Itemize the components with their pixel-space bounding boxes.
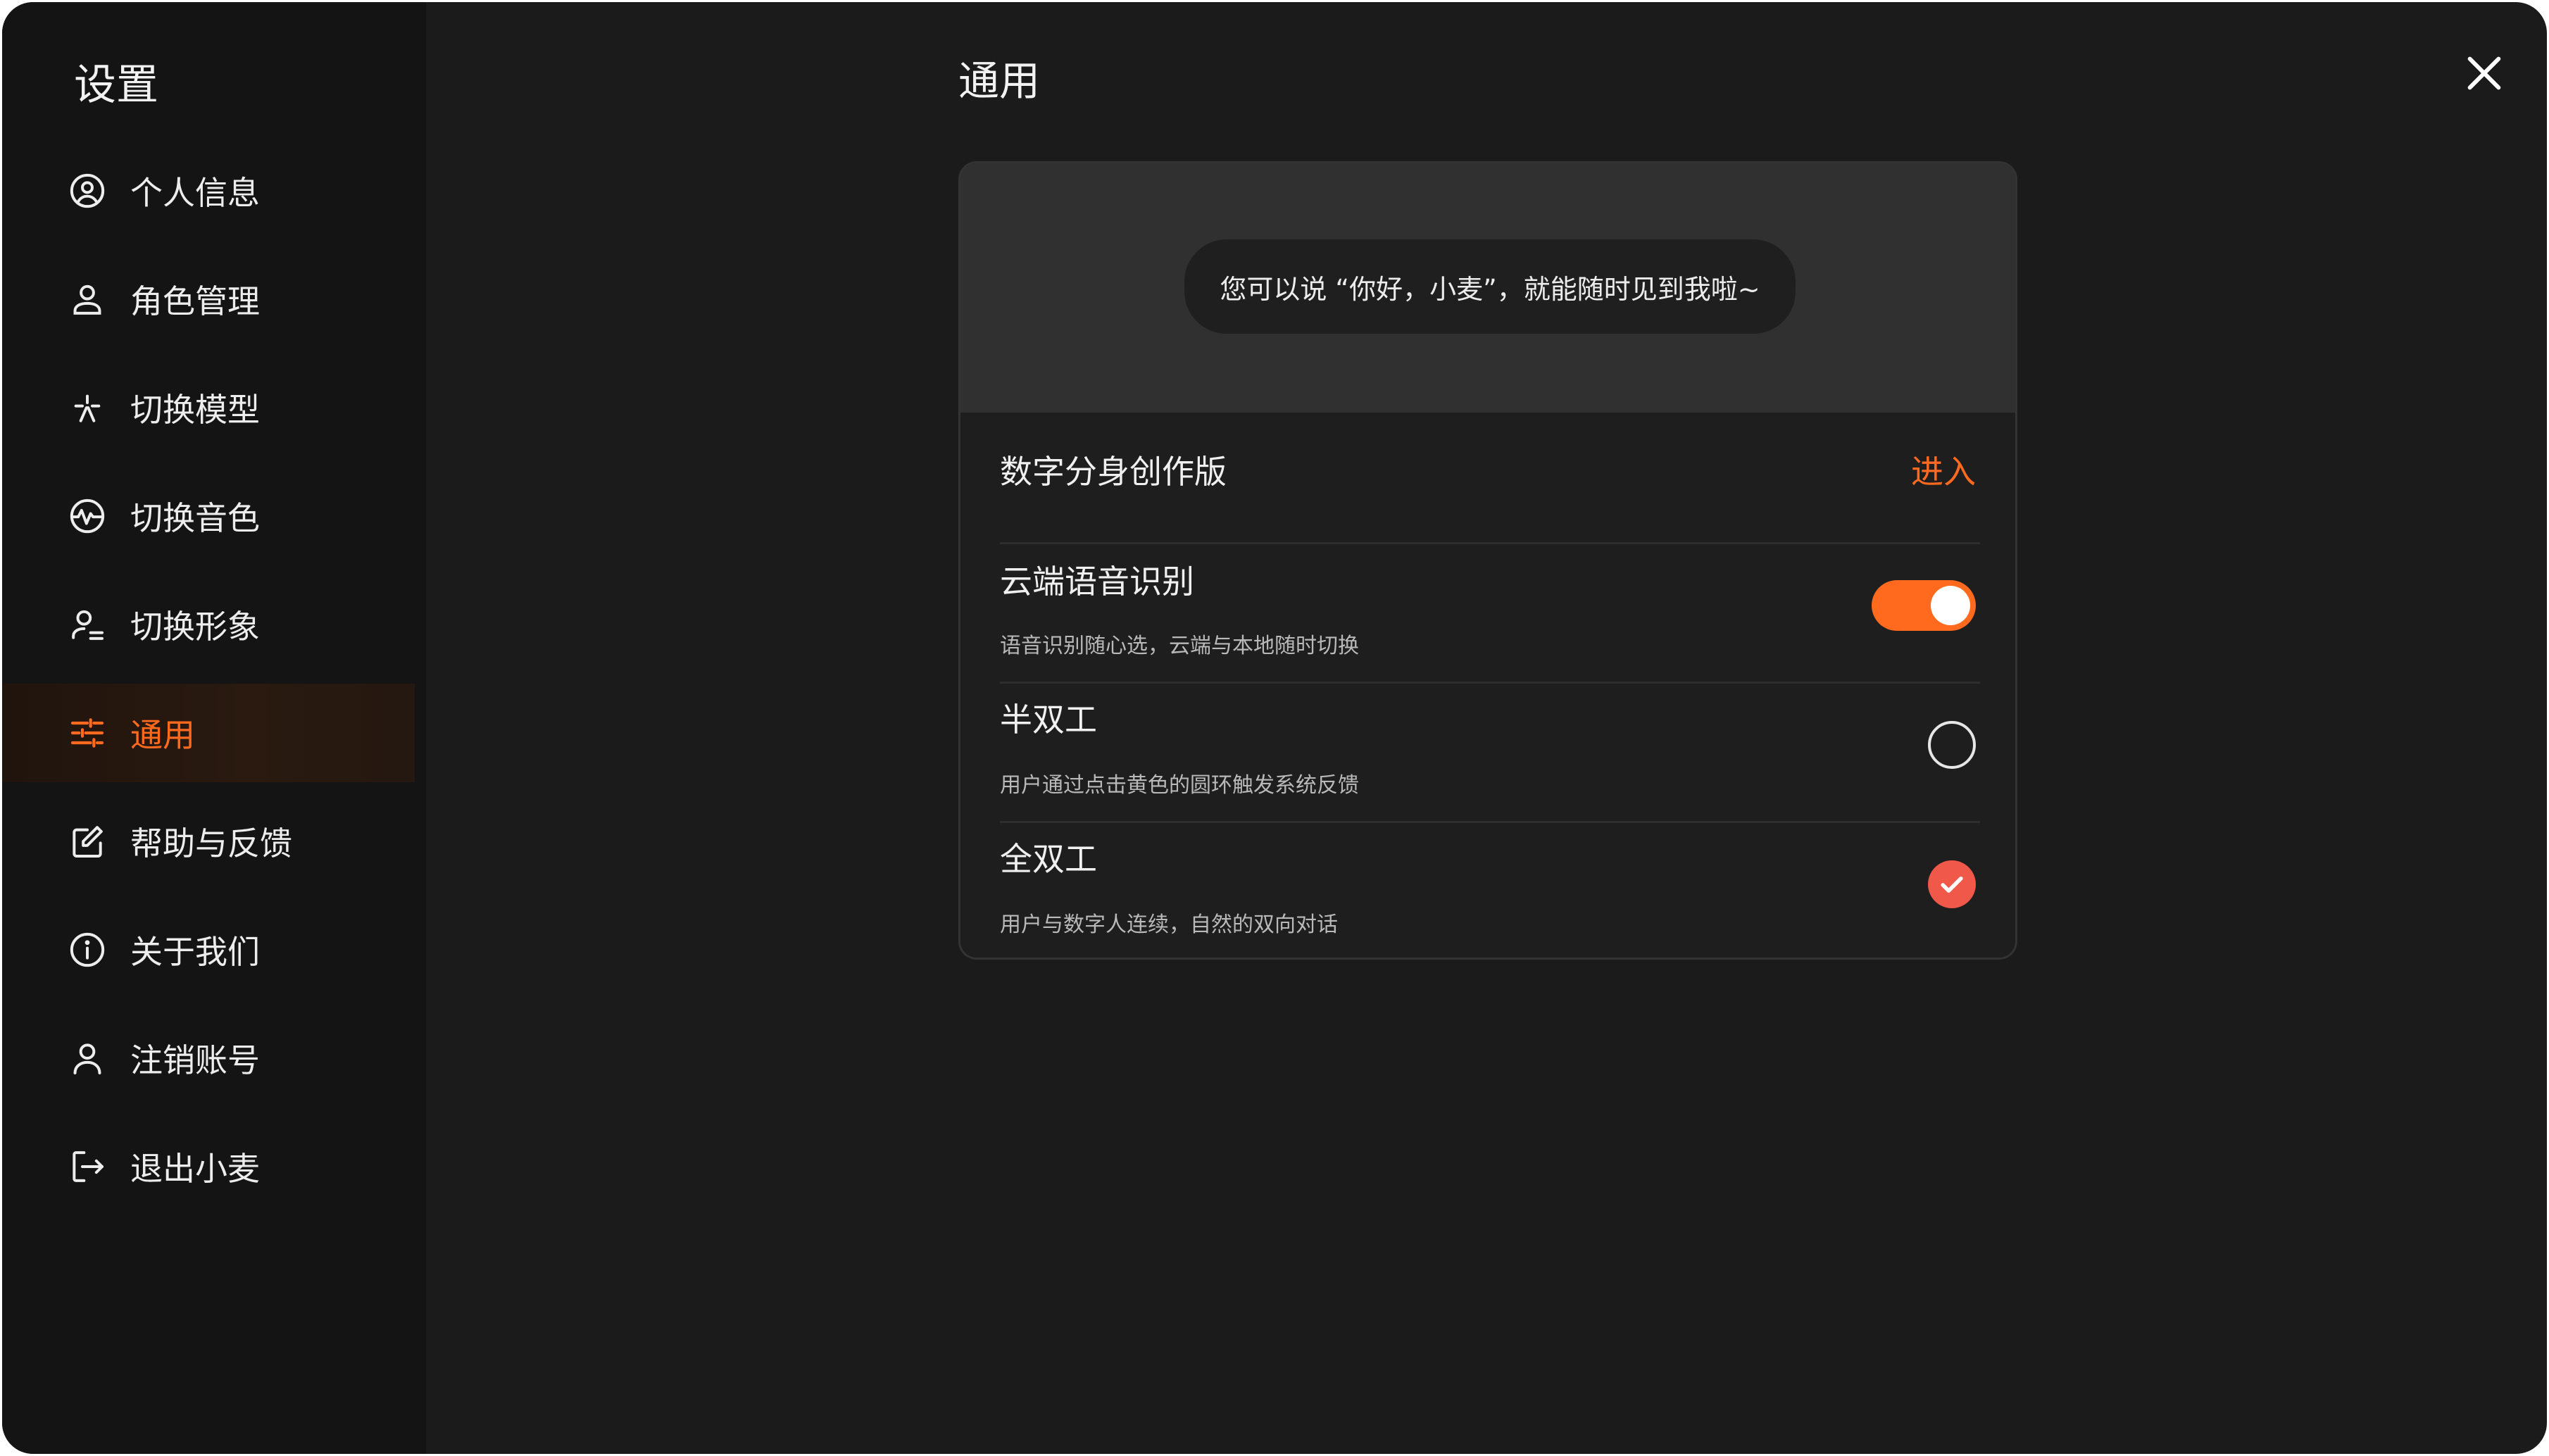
avatar-creator-title: 数字分身创作版 (1000, 453, 1227, 491)
sidebar-item-label: 通用 (130, 716, 195, 754)
sidebar-item-roles[interactable]: 角色管理 (2, 250, 415, 349)
sidebar-item-label: 切换形象 (130, 608, 260, 646)
sidebar-item-voice[interactable]: 切换音色 (2, 467, 415, 565)
close-icon (2467, 56, 2501, 90)
sidebar-item-logout[interactable]: 退出小麦 (2, 1117, 415, 1216)
sidebar-item-general[interactable]: 通用 (2, 684, 415, 782)
full-duplex-radio[interactable] (1928, 860, 1976, 908)
toggle-knob (1931, 586, 1970, 625)
user-outline-icon (67, 1038, 108, 1079)
sparkle-icon (67, 387, 108, 428)
sidebar-item-label: 注销账号 (130, 1041, 260, 1079)
sidebar-item-label: 帮助与反馈 (130, 824, 292, 862)
info-icon (67, 929, 108, 970)
divider (1000, 542, 1980, 544)
sidebar-item-help[interactable]: 帮助与反馈 (2, 792, 415, 891)
sidebar-item-avatar[interactable]: 切换形象 (2, 575, 415, 674)
cloud-asr-toggle[interactable] (1872, 580, 1976, 631)
sidebar-item-label: 切换模型 (130, 391, 260, 429)
sidebar-item-model[interactable]: 切换模型 (2, 358, 415, 457)
close-button[interactable] (2460, 49, 2509, 98)
sidebar-item-label: 切换音色 (130, 499, 260, 537)
settings-window: 设置 个人信息 角色管理 切换模型 切换音色 切换形象 通用 帮助与反馈 关于我… (2, 2, 2547, 1454)
preview-area: 您可以说 “你好，小麦”，就能随时见到我啦~ (960, 163, 2015, 413)
cloud-asr-subtitle: 语音识别随心选，云端与本地随时切换 (1000, 634, 1359, 658)
page-title: 通用 (958, 57, 1041, 105)
sidebar-item-label: 关于我们 (130, 933, 260, 971)
sidebar-item-label: 个人信息 (130, 174, 260, 212)
divider (1000, 682, 1980, 684)
half-duplex-subtitle: 用户通过点击黄色的圆环触发系统反馈 (1000, 773, 1359, 798)
user-circle-icon (67, 170, 108, 211)
full-duplex-title: 全双工 (1000, 840, 1097, 878)
voice-wave-icon (67, 496, 108, 536)
sliders-icon (67, 713, 108, 753)
check-icon (1941, 877, 1963, 893)
user-icon (67, 279, 108, 320)
half-duplex-radio[interactable] (1928, 721, 1976, 769)
half-duplex-title: 半双工 (1000, 701, 1097, 739)
sidebar-item-label: 角色管理 (130, 282, 260, 320)
logout-icon (67, 1146, 108, 1187)
divider (1000, 821, 1980, 823)
enter-button[interactable]: 进入 (1911, 446, 1976, 493)
sidebar-item-label: 退出小麦 (130, 1150, 260, 1188)
sidebar-title: 设置 (74, 61, 158, 110)
edit-icon (67, 821, 108, 862)
sidebar-item-profile[interactable]: 个人信息 (2, 142, 415, 240)
sidebar-item-about[interactable]: 关于我们 (2, 900, 415, 999)
sidebar-item-deregister[interactable]: 注销账号 (2, 1009, 415, 1107)
preview-speech-bubble: 您可以说 “你好，小麦”，就能随时见到我啦~ (1184, 239, 1796, 334)
user-edit-icon (67, 604, 108, 645)
cloud-asr-title: 云端语音识别 (1000, 563, 1194, 601)
full-duplex-subtitle: 用户与数字人连续，自然的双向对话 (1000, 912, 1338, 937)
sidebar: 设置 个人信息 角色管理 切换模型 切换音色 切换形象 通用 帮助与反馈 关于我… (2, 2, 426, 1454)
settings-card: 您可以说 “你好，小麦”，就能随时见到我啦~ 数字分身创作版 进入 云端语音识别… (958, 161, 2017, 960)
